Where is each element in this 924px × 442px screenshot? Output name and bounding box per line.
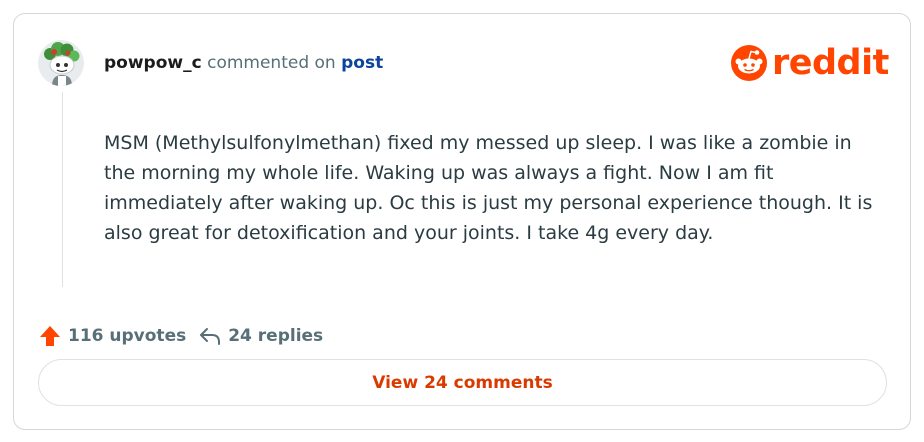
post-link[interactable]: post [341, 53, 383, 73]
reddit-wordmark: reddit [772, 43, 889, 83]
reddit-snoo-icon [731, 45, 767, 81]
user-avatar[interactable] [38, 40, 84, 86]
upvote-count: 116 upvotes [68, 326, 187, 346]
reply-arrow-icon [200, 328, 221, 345]
comment-actions: 116 upvotes 24 replies [38, 322, 323, 350]
view-comments-button[interactable]: View 24 comments [38, 359, 887, 406]
upvote-button[interactable]: 116 upvotes [38, 324, 186, 348]
commented-on-text: commented on [207, 53, 336, 73]
username[interactable]: powpow_c [104, 53, 202, 73]
view-comments-label: View 24 comments [372, 372, 553, 393]
comment-text: MSM (Methylsulfonylmethan) fixed my mess… [104, 132, 873, 244]
replies-button[interactable]: 24 replies [198, 324, 323, 348]
reply-count: 24 replies [228, 326, 324, 346]
comment-header: powpow_c commented on post [104, 52, 383, 74]
snoo-avatar-icon [38, 40, 84, 86]
thread-line [62, 92, 63, 287]
upvote-arrow-icon [40, 326, 60, 346]
reddit-logo[interactable]: reddit [729, 42, 889, 84]
